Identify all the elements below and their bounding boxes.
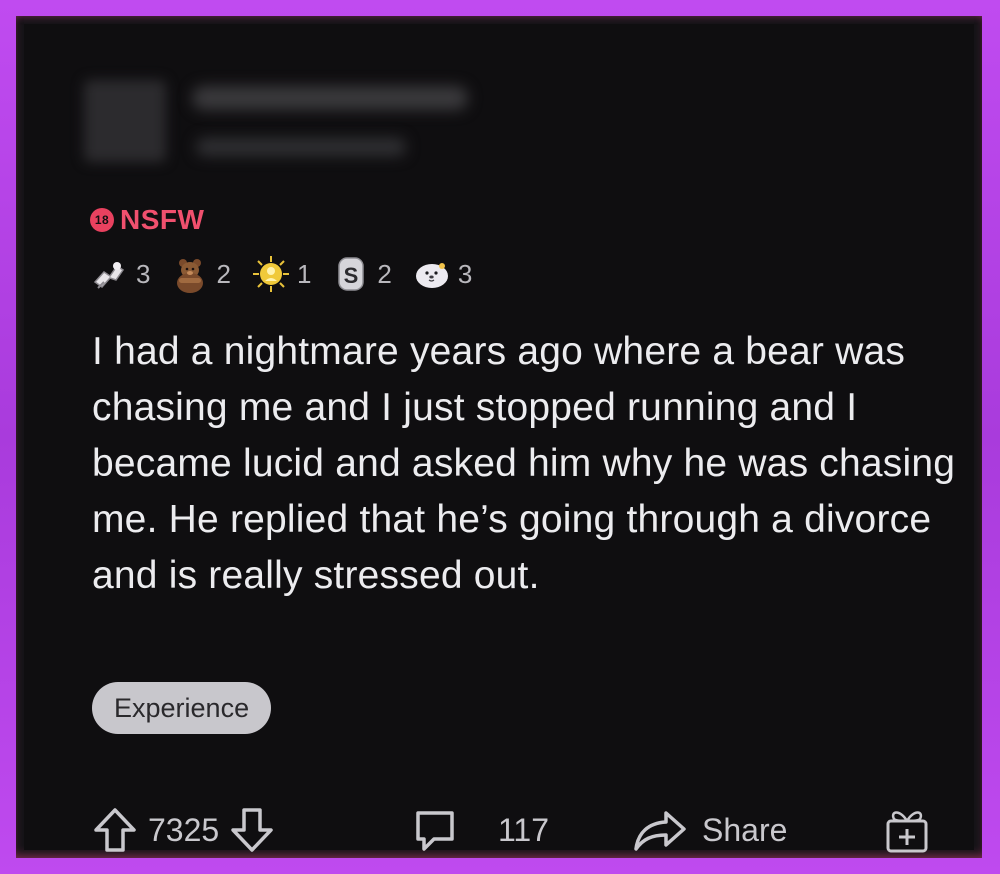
share-label: Share [702,811,788,848]
post-card: 18 NSFW 3 2 1 S 2 3 I had a nightmare ye… [16,16,982,858]
vote-group: 7325 [92,806,275,854]
award-gold[interactable]: 1 [251,254,311,294]
silver-s-award-icon: S [331,254,371,294]
award-count: 3 [136,258,151,289]
award-arm-wrestle[interactable]: 3 [90,254,150,294]
nsfw-tag: 18 NSFW [90,204,204,236]
share-arrow-icon [632,807,688,853]
award-count: 3 [457,258,473,289]
comment-count: 117 [498,811,550,848]
share-button[interactable]: Share [632,807,787,853]
svg-text:S: S [344,263,359,288]
comment-bubble-icon [412,807,458,853]
award-count: 2 [377,258,392,289]
post-action-bar: 7325 117 Share [92,798,942,862]
awards-row[interactable]: 3 2 1 S 2 3 [90,254,492,294]
blurred-username [192,86,468,110]
downvote-icon[interactable] [229,806,275,854]
gift-icon [882,805,932,855]
blurred-post-meta [196,138,406,156]
nsfw-label: NSFW [120,204,205,235]
comments-button[interactable]: 117 [412,807,549,853]
award-count: 1 [296,258,312,289]
award-silver[interactable]: S 2 [331,254,392,294]
post-card-inner: 18 NSFW 3 2 1 S 2 3 I had a nightmare ye… [24,24,974,853]
vote-count: 7325 [148,811,220,848]
post-flair[interactable]: Experience [92,682,272,734]
award-wholesome-seal[interactable]: 3 [412,254,472,294]
nsfw-18-badge-icon: 18 [90,208,114,232]
gold-award-icon [251,254,291,294]
post-body-text: I had a nightmare years ago where a bear… [92,330,956,597]
award-gift-button[interactable] [882,805,932,855]
blurred-avatar [84,80,166,162]
wholesome-seal-award-icon [412,254,452,294]
upvote-icon[interactable] [92,806,138,854]
bear-hug-award-icon [170,254,210,294]
award-count: 2 [216,258,231,289]
award-bear-hug[interactable]: 2 [170,254,231,294]
arm-wrestle-award-icon [90,254,130,294]
